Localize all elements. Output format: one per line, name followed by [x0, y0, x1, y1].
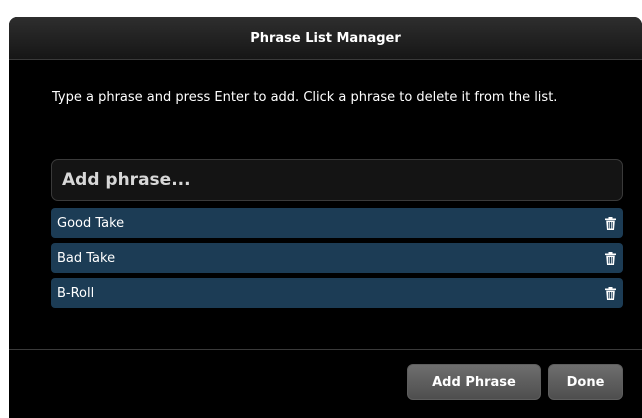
phrase-list: Good Take Bad Take B-Roll — [51, 208, 623, 313]
phrase-label: Good Take — [57, 215, 125, 231]
phrase-item-bad-take[interactable]: Bad Take — [51, 243, 623, 273]
phrase-list-manager-dialog: Phrase List Manager Type a phrase and pr… — [9, 17, 642, 418]
footer-divider — [9, 349, 642, 350]
trash-icon[interactable] — [604, 286, 616, 300]
trash-icon[interactable] — [604, 216, 616, 230]
add-phrase-input[interactable] — [51, 159, 623, 201]
dialog-titlebar: Phrase List Manager — [9, 17, 642, 60]
phrase-label: B-Roll — [57, 285, 95, 301]
phrase-item-b-roll[interactable]: B-Roll — [51, 278, 623, 308]
dialog-title: Phrase List Manager — [250, 30, 401, 46]
phrase-label: Bad Take — [57, 250, 116, 266]
add-phrase-button[interactable]: Add Phrase — [407, 364, 541, 400]
done-button[interactable]: Done — [548, 364, 623, 400]
phrase-item-good-take[interactable]: Good Take — [51, 208, 623, 238]
trash-icon[interactable] — [604, 251, 616, 265]
instructions-text: Type a phrase and press Enter to add. Cl… — [52, 90, 558, 105]
